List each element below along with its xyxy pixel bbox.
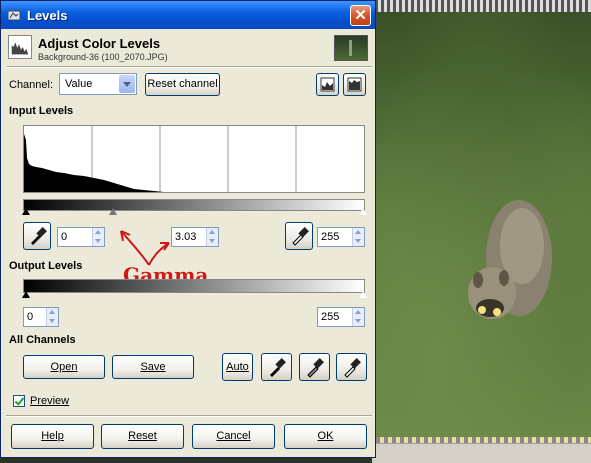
output-levels-gradient xyxy=(23,279,365,293)
help-button[interactable]: Help xyxy=(11,424,94,449)
titlebar: Levels ✕ xyxy=(1,1,375,29)
footer-divider xyxy=(6,415,372,417)
output-high-field[interactable]: 255 xyxy=(317,307,365,327)
reset-label: Reset xyxy=(128,430,157,442)
white-picker-button[interactable] xyxy=(285,222,313,250)
input-gamma-handle[interactable] xyxy=(109,208,117,215)
open-button[interactable]: Open xyxy=(23,355,105,379)
all-channels-heading: All Channels xyxy=(9,334,76,346)
input-white-handle[interactable] xyxy=(359,208,367,215)
ok-button[interactable]: OK xyxy=(284,424,367,449)
log-histogram-icon xyxy=(347,77,362,92)
pick-white-point-button[interactable] xyxy=(336,353,367,381)
raccoon-image xyxy=(468,200,552,319)
input-white-field[interactable]: 255 xyxy=(317,227,365,247)
histogram-plot xyxy=(24,126,297,192)
gamma-annotation-arrows xyxy=(120,230,170,266)
input-levels-gradient xyxy=(23,199,365,211)
eyedropper-icon xyxy=(307,358,324,378)
app-icon xyxy=(7,10,21,21)
output-low-handle[interactable] xyxy=(22,291,30,298)
reset-button[interactable]: Reset xyxy=(101,424,184,449)
image-window-statusbar xyxy=(372,443,591,463)
cancel-label: Cancel xyxy=(216,430,251,442)
image-thumbnail xyxy=(334,35,368,61)
chevron-down-icon xyxy=(119,75,135,93)
pick-black-point-button[interactable] xyxy=(261,353,292,381)
auto-button[interactable]: Auto xyxy=(222,353,253,381)
open-label: Open xyxy=(50,361,78,373)
linear-histogram-button[interactable] xyxy=(316,73,339,96)
linear-histogram-icon xyxy=(320,77,335,92)
channel-select-value: Value xyxy=(65,78,93,90)
pick-gray-point-button[interactable] xyxy=(299,353,330,381)
preview-checkbox[interactable] xyxy=(13,395,25,407)
reset-channel-label: Reset channel xyxy=(147,78,218,90)
input-black-field[interactable]: 0 xyxy=(57,227,105,247)
levels-dialog: Levels ✕ Adjust Color Levels Background-… xyxy=(0,0,376,458)
help-label: Help xyxy=(41,430,64,442)
preview-label[interactable]: Preview xyxy=(30,395,69,407)
save-button[interactable]: Save xyxy=(112,355,194,379)
histogram xyxy=(23,125,365,193)
save-label: Save xyxy=(140,361,166,373)
input-white-value: 255 xyxy=(321,231,340,243)
input-black-handle[interactable] xyxy=(22,208,30,215)
window-title: Levels xyxy=(27,8,68,23)
input-black-value: 0 xyxy=(61,231,68,243)
output-high-handle[interactable] xyxy=(359,291,367,298)
black-picker-button[interactable] xyxy=(23,222,51,250)
eyedropper-icon xyxy=(344,358,361,378)
output-high-value: 255 xyxy=(321,311,340,323)
levels-icon xyxy=(8,35,32,59)
output-low-field[interactable]: 0 xyxy=(23,307,59,327)
eyedropper-icon xyxy=(292,227,309,246)
channel-select[interactable]: Value xyxy=(59,73,137,95)
log-histogram-button[interactable] xyxy=(343,73,366,96)
close-button[interactable]: ✕ xyxy=(350,5,371,26)
channel-label: Channel: xyxy=(9,79,54,91)
close-icon: ✕ xyxy=(354,7,367,24)
eyedropper-icon xyxy=(31,227,47,245)
output-low-value: 0 xyxy=(27,311,34,323)
ok-label: OK xyxy=(317,430,334,442)
reset-channel-button[interactable]: Reset channel xyxy=(145,73,220,96)
header-divider xyxy=(6,66,372,68)
output-levels-heading: Output Levels xyxy=(9,260,83,272)
input-levels-heading: Input Levels xyxy=(9,105,74,117)
selection-marching-ants xyxy=(372,0,591,12)
image-name: Background-36 (100_2070.JPG) xyxy=(38,52,168,62)
eyedropper-icon xyxy=(270,358,286,377)
cancel-button[interactable]: Cancel xyxy=(192,424,275,449)
dialog-heading: Adjust Color Levels xyxy=(38,36,161,51)
auto-label: Auto xyxy=(226,361,249,373)
